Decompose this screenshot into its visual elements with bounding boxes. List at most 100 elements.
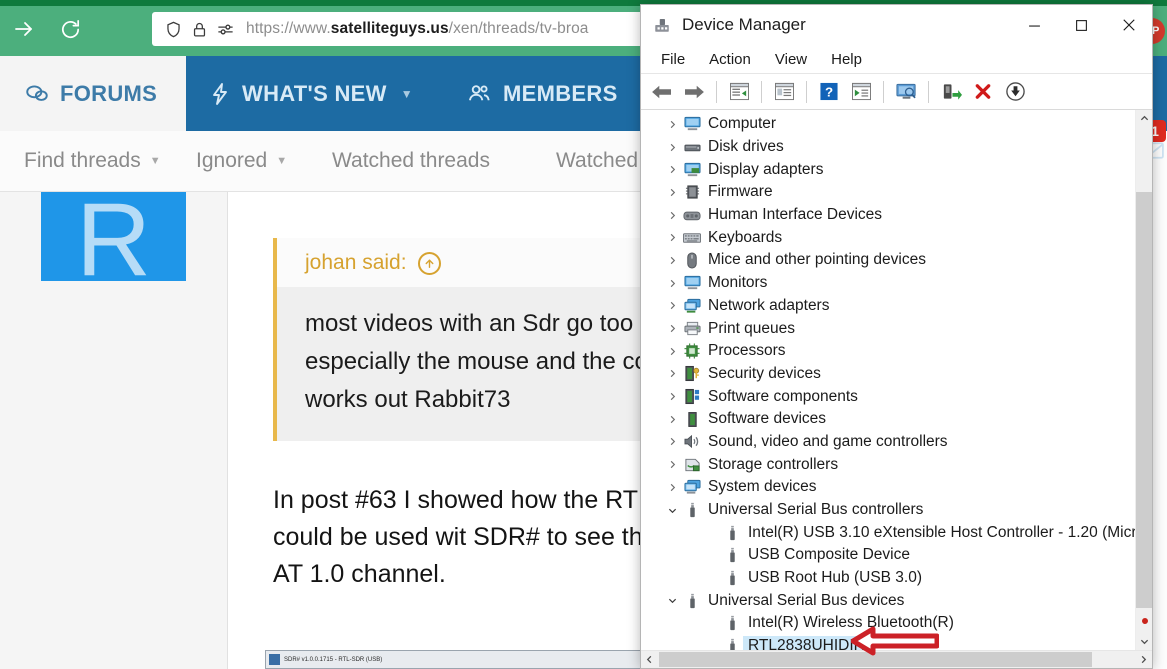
device-tree-item[interactable]: Disk drives	[641, 136, 1135, 159]
scan-hardware-icon[interactable]	[846, 77, 876, 107]
subnav-item-find-threads[interactable]: Find threads ▼	[24, 131, 161, 191]
show-hidden-devices-icon[interactable]	[891, 77, 921, 107]
scrollbar-thumb[interactable]	[1136, 192, 1152, 608]
device-tree-area[interactable]: Computer Disk drives Display adapters Firmw…	[641, 110, 1152, 650]
enable-device-icon[interactable]	[936, 77, 966, 107]
device-tree-item[interactable]: USB Composite Device	[641, 544, 1135, 567]
device-tree-item[interactable]: Keyboards	[641, 226, 1135, 249]
members-icon	[466, 80, 493, 107]
toolbar-separator	[928, 80, 929, 103]
back-icon[interactable]	[647, 77, 677, 107]
chevron-right-icon[interactable]	[663, 188, 681, 197]
chevron-right-icon[interactable]	[663, 120, 681, 129]
chevron-down-icon[interactable]	[663, 506, 681, 515]
properties-icon[interactable]	[724, 77, 754, 107]
minimize-button[interactable]	[1011, 5, 1058, 45]
device-tree-item-label: USB Root Hub (USB 3.0)	[748, 569, 923, 587]
scroll-right-button[interactable]	[1135, 651, 1152, 668]
device-manager-menubar[interactable]: File Action View Help	[641, 45, 1152, 74]
menu-file[interactable]: File	[651, 48, 695, 71]
chevron-right-icon[interactable]	[663, 415, 681, 424]
chevron-right-icon[interactable]	[663, 460, 681, 469]
device-tree-item[interactable]: Human Interface Devices	[641, 204, 1135, 227]
reload-icon[interactable]	[52, 14, 88, 44]
chevron-down-icon[interactable]: ▼	[276, 155, 287, 167]
device-tree-item[interactable]: Computer	[641, 113, 1135, 136]
toolbar-separator	[883, 80, 884, 103]
device-tree-item[interactable]: Software devices	[641, 408, 1135, 431]
device-tree-item[interactable]: Universal Serial Bus controllers	[641, 499, 1135, 522]
chevron-right-icon[interactable]	[663, 347, 681, 356]
device-tree-item[interactable]: Universal Serial Bus devices	[641, 589, 1135, 612]
chevron-down-icon[interactable]: ▼	[150, 155, 161, 167]
nav-item-members[interactable]: MEMBERS	[466, 56, 618, 131]
chevron-right-icon[interactable]	[663, 392, 681, 401]
chevron-down-icon[interactable]: ▼	[401, 87, 413, 101]
device-manager-window[interactable]: Device Manager File Action View Help ? C…	[640, 4, 1153, 669]
scroll-up-button[interactable]	[1136, 110, 1152, 127]
chevron-right-icon[interactable]	[663, 211, 681, 220]
chevron-right-icon[interactable]	[663, 279, 681, 288]
chevron-right-icon[interactable]	[663, 165, 681, 174]
device-tree-item[interactable]: Firmware	[641, 181, 1135, 204]
device-tree-item-label: Intel(R) USB 3.10 eXtensible Host Contro…	[748, 523, 1152, 541]
update-driver-icon[interactable]	[769, 77, 799, 107]
uninstall-device-icon[interactable]	[968, 77, 998, 107]
chevron-right-icon[interactable]	[663, 143, 681, 152]
device-tree-item[interactable]: Display adapters	[641, 158, 1135, 181]
device-tree[interactable]: Computer Disk drives Display adapters Firmw…	[641, 110, 1152, 650]
url-path: /xen/threads/tv-broa	[448, 20, 589, 37]
device-tree-item[interactable]: Monitors	[641, 272, 1135, 295]
download-icon[interactable]	[1000, 77, 1030, 107]
device-tree-item[interactable]: Print queues	[641, 317, 1135, 340]
usb-icon	[721, 570, 743, 586]
device-tree-item[interactable]: System devices	[641, 476, 1135, 499]
device-tree-item[interactable]: Processors	[641, 340, 1135, 363]
subnav-item-watched-forums[interactable]: Watched f	[556, 131, 650, 191]
permissions-icon[interactable]	[212, 18, 238, 40]
avatar[interactable]: R	[41, 192, 186, 281]
chevron-right-icon[interactable]	[663, 483, 681, 492]
subnav-item-watched-threads[interactable]: Watched threads	[332, 131, 490, 191]
url-text[interactable]: https://www.satelliteguys.us/xen/threads…	[246, 20, 589, 38]
scroll-left-button[interactable]	[641, 651, 658, 668]
network-adapter-icon	[681, 298, 703, 314]
computer-icon	[681, 116, 703, 132]
device-tree-item-label: Software components	[708, 387, 858, 405]
chevron-down-icon[interactable]	[663, 596, 681, 605]
device-manager-toolbar[interactable]: ?	[641, 74, 1152, 110]
subnav-item-ignored[interactable]: Ignored ▼	[196, 131, 287, 191]
nav-item-forums[interactable]: FORUMS	[24, 56, 157, 131]
close-button[interactable]	[1105, 5, 1152, 45]
chevron-right-icon[interactable]	[663, 369, 681, 378]
device-tree-item[interactable]: Software components	[641, 385, 1135, 408]
menu-help[interactable]: Help	[821, 48, 872, 71]
device-tree-item[interactable]: Network adapters	[641, 295, 1135, 318]
scroll-down-button[interactable]	[1136, 633, 1152, 650]
device-tree-item-label: USB Composite Device	[748, 546, 910, 564]
lock-icon[interactable]	[186, 18, 212, 40]
device-tree-item[interactable]: Intel(R) USB 3.10 eXtensible Host Contro…	[641, 521, 1152, 544]
chevron-right-icon[interactable]	[663, 324, 681, 333]
device-tree-item[interactable]: USB Root Hub (USB 3.0)	[641, 567, 1135, 590]
maximize-button[interactable]	[1058, 5, 1105, 45]
menu-action[interactable]: Action	[699, 48, 761, 71]
chevron-right-icon[interactable]	[663, 233, 681, 242]
chevron-right-icon[interactable]	[663, 256, 681, 265]
shield-icon[interactable]	[160, 18, 186, 40]
nav-label-members: MEMBERS	[503, 80, 618, 106]
device-tree-item[interactable]: Storage controllers	[641, 453, 1135, 476]
help-icon[interactable]: ?	[814, 77, 844, 107]
chevron-right-icon[interactable]	[663, 437, 681, 446]
up-arrow-circle-icon[interactable]	[417, 251, 441, 275]
device-tree-item[interactable]: Sound, video and game controllers	[641, 431, 1135, 454]
device-tree-item[interactable]: Mice and other pointing devices	[641, 249, 1135, 272]
vertical-scrollbar[interactable]	[1135, 110, 1152, 650]
device-manager-titlebar[interactable]: Device Manager	[641, 5, 1152, 45]
chevron-right-icon[interactable]	[663, 301, 681, 310]
forward-icon[interactable]	[679, 77, 709, 107]
forward-arrow-icon[interactable]	[6, 14, 42, 44]
device-tree-item[interactable]: Security devices	[641, 363, 1135, 386]
nav-item-whats-new[interactable]: WHAT'S NEW ▼	[208, 56, 413, 131]
menu-view[interactable]: View	[765, 48, 817, 71]
